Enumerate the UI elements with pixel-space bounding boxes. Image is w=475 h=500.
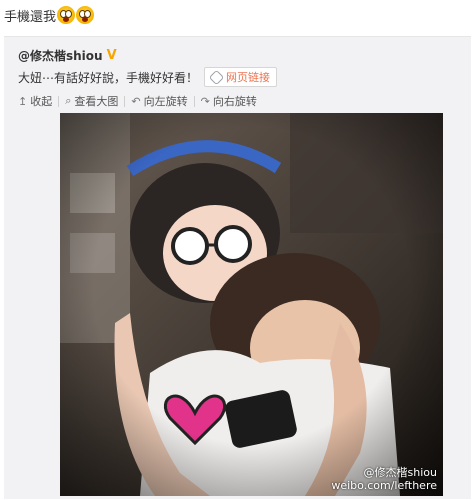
repost-card: @修杰楷shiou V 大妞⋯有話好好說，手機好好看！ 网页链接 ↥ 收起 ⌕ … [4,36,471,499]
image-toolbar: ↥ 收起 ⌕ 查看大图 ↶ 向左旋转 ↷ 向右旋转 [18,93,263,109]
web-link-label: 网页链接 [226,71,271,84]
post-text-line: 手機還我 [4,4,95,26]
watermark-name: @修杰楷shiou [363,466,437,479]
shocked-emoji-icon [57,6,76,24]
post-photo[interactable]: @修杰楷shiou weibo.com/lefthere [60,113,443,496]
rotate-right-button[interactable]: ↷ 向右旋转 [195,93,263,109]
magnifier-icon: ⌕ [65,94,72,107]
rotate-left-icon: ↶ [131,94,141,108]
repost-text: 大妞⋯有話好好說，手機好好看！ [18,70,199,85]
rotate-left-button[interactable]: ↶ 向左旋转 [125,93,193,109]
photo-illustration [60,113,443,496]
collapse-arrow-icon: ↥ [18,94,28,108]
link-icon [208,69,225,85]
watermark-url: weibo.com/lefthere [331,479,437,492]
repost-author-line: @修杰楷shiou V [18,47,117,64]
view-large-button[interactable]: ⌕ 查看大图 [59,93,124,109]
web-link-button[interactable]: 网页链接 [204,67,278,87]
repost-text-line: 大妞⋯有話好好說，手機好好看！ 网页链接 [18,67,278,87]
verified-v-icon[interactable]: V [107,48,117,63]
photo-watermark: @修杰楷shiou weibo.com/lefthere [331,466,437,492]
repost-author-link[interactable]: @修杰楷shiou [18,47,103,64]
rotate-right-icon: ↷ [200,94,210,108]
shocked-emoji-icon [76,6,95,24]
collect-button[interactable]: ↥ 收起 [18,93,58,109]
post-text: 手機還我 [4,9,57,25]
